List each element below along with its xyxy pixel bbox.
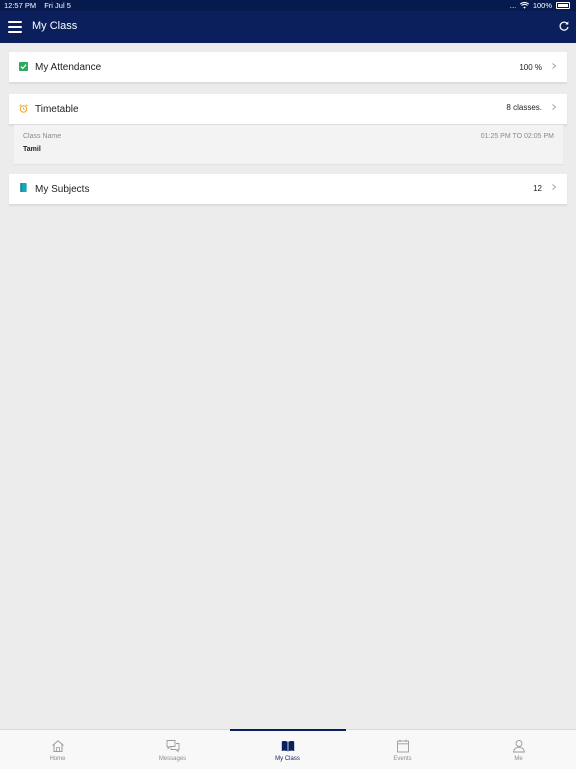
subjects-title: My Subjects — [35, 184, 90, 195]
class-time: 01:25 PM TO 02:05 PM — [480, 133, 554, 140]
tab-home-label: Home — [49, 756, 66, 762]
page-title: My Class — [32, 20, 78, 32]
book-icon — [281, 741, 294, 752]
person-icon — [512, 740, 525, 753]
timetable-count: 8 classes. — [506, 103, 542, 112]
navigation-bar: My Class — [0, 11, 576, 43]
menu-button[interactable] — [8, 21, 22, 33]
tab-my-class[interactable]: My Class — [230, 730, 345, 769]
status-time: 12:57 PM — [4, 1, 37, 10]
attendance-check-icon — [19, 62, 28, 71]
tab-events-label: Events — [393, 756, 412, 762]
status-date: Fri Jul 5 — [44, 1, 71, 10]
messages-icon — [166, 740, 179, 753]
timetable-card[interactable]: Timetable 8 classes. — [9, 94, 567, 125]
chevron-right-icon — [552, 104, 557, 110]
book-icon — [20, 183, 27, 192]
tab-me-label: Me — [514, 756, 523, 762]
attendance-card[interactable]: My Attendance 100 % — [9, 52, 567, 83]
attendance-title: My Attendance — [35, 62, 102, 73]
chevron-right-icon — [552, 63, 557, 69]
subjects-card[interactable]: My Subjects 12 — [9, 174, 567, 205]
class-name-label: Class Name — [23, 133, 62, 140]
class-name-value: Tamil — [23, 146, 41, 153]
tab-messages[interactable]: Messages — [115, 730, 230, 769]
tab-home[interactable]: Home — [0, 730, 115, 769]
wifi-icon — [519, 2, 529, 9]
calendar-icon — [396, 739, 409, 753]
subjects-count: 12 — [533, 184, 542, 193]
chevron-right-icon — [552, 184, 557, 190]
refresh-icon[interactable] — [558, 20, 570, 32]
timetable-class-row[interactable]: Class Name 01:25 PM TO 02:05 PM Tamil — [14, 125, 563, 165]
battery-level: 100% — [532, 1, 552, 10]
timetable-title: Timetable — [35, 104, 79, 115]
alarm-clock-icon — [19, 104, 28, 113]
tab-my-class-label: My Class — [275, 756, 300, 762]
signal-indicator: .... — [509, 1, 516, 10]
tab-messages-label: Messages — [158, 756, 187, 762]
tab-me[interactable]: Me — [461, 730, 576, 769]
home-icon — [51, 740, 64, 752]
tab-bar: Home Messages My Class Events Me — [0, 729, 576, 769]
battery-icon — [556, 2, 570, 9]
attendance-value: 100 % — [519, 63, 542, 72]
status-bar: 12:57 PM Fri Jul 5 .... 100% — [0, 0, 576, 11]
tab-events[interactable]: Events — [345, 730, 460, 769]
